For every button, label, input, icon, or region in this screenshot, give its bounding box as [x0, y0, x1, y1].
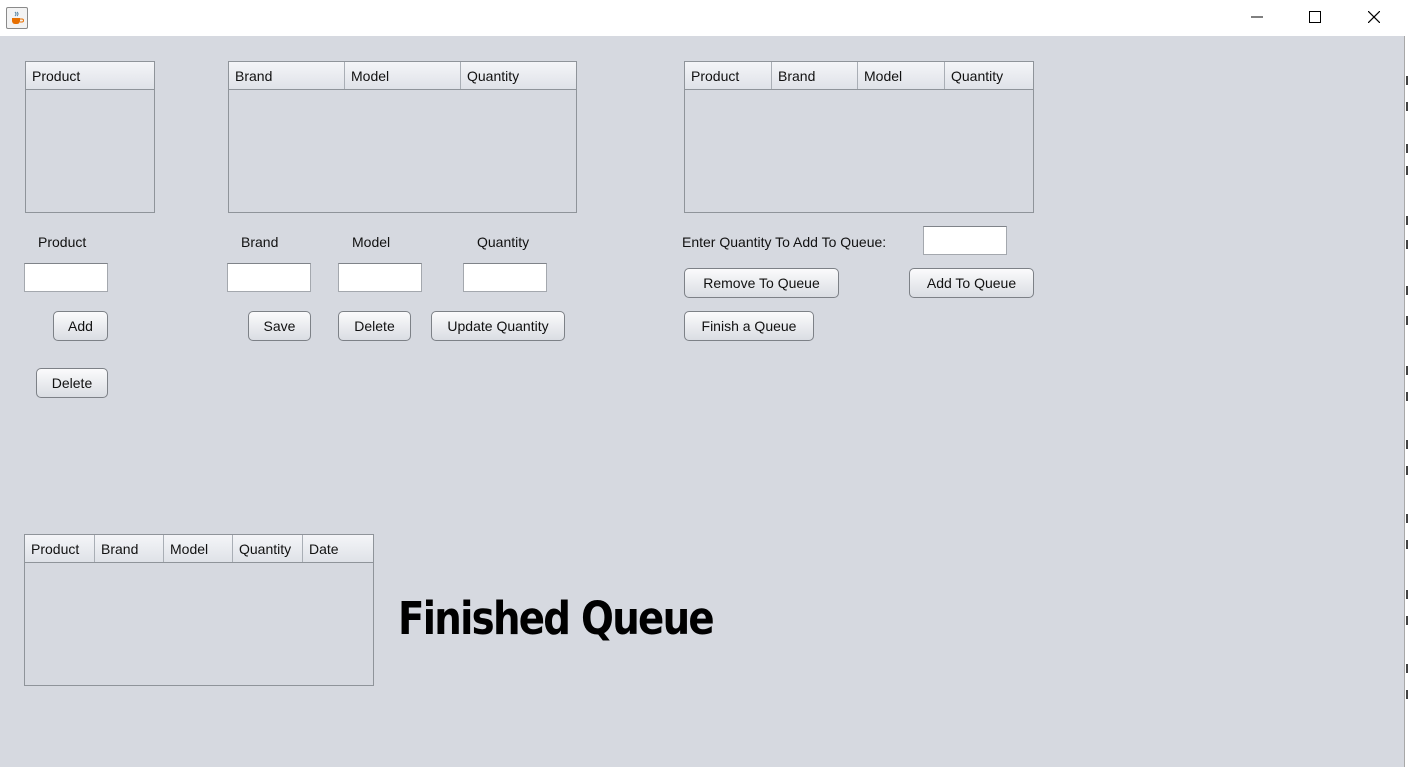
column-header-quantity[interactable]: Quantity: [233, 535, 303, 562]
column-header-brand[interactable]: Brand: [772, 62, 858, 89]
finished-queue-title: Finished Queue: [398, 592, 715, 645]
finish-queue-button[interactable]: Finish a Queue: [684, 311, 814, 341]
minimize-icon: [1251, 16, 1263, 18]
save-button[interactable]: Save: [248, 311, 311, 341]
brand-input[interactable]: [227, 263, 311, 292]
queue-table-header: Product Brand Model Quantity: [685, 62, 1033, 90]
close-button[interactable]: [1345, 0, 1403, 34]
title-bar: [0, 0, 1408, 36]
finished-queue-table[interactable]: Product Brand Model Quantity Date: [24, 534, 374, 686]
column-header-product[interactable]: Product: [685, 62, 772, 89]
finished-queue-table-header: Product Brand Model Quantity Date: [25, 535, 373, 563]
model-label: Model: [352, 234, 391, 250]
stock-table-header: Brand Model Quantity: [229, 62, 576, 90]
delete-stock-button[interactable]: Delete: [338, 311, 411, 341]
background-window-edge: [1404, 36, 1408, 767]
column-header-product[interactable]: Product: [25, 535, 95, 562]
queue-table[interactable]: Product Brand Model Quantity: [684, 61, 1034, 213]
remove-to-queue-button[interactable]: Remove To Queue: [684, 268, 839, 298]
product-label: Product: [38, 234, 87, 250]
column-header-product[interactable]: Product: [26, 62, 154, 89]
close-icon: [1368, 11, 1380, 23]
queue-quantity-label: Enter Quantity To Add To Queue:: [682, 234, 887, 250]
column-header-quantity[interactable]: Quantity: [461, 62, 576, 89]
add-product-button[interactable]: Add: [53, 311, 108, 341]
column-header-date[interactable]: Date: [303, 535, 373, 562]
column-header-brand[interactable]: Brand: [229, 62, 345, 89]
column-header-model[interactable]: Model: [345, 62, 461, 89]
maximize-icon: [1309, 11, 1321, 23]
column-header-model[interactable]: Model: [164, 535, 233, 562]
quantity-input[interactable]: [463, 263, 547, 292]
product-table-header: Product: [26, 62, 154, 90]
product-table[interactable]: Product: [25, 61, 155, 213]
column-header-brand[interactable]: Brand: [95, 535, 164, 562]
product-input[interactable]: [24, 263, 108, 292]
java-coffee-cup-icon[interactable]: [6, 7, 28, 29]
add-to-queue-button[interactable]: Add To Queue: [909, 268, 1034, 298]
brand-label: Brand: [241, 234, 279, 250]
stock-table[interactable]: Brand Model Quantity: [228, 61, 577, 213]
maximize-button[interactable]: [1286, 0, 1344, 34]
minimize-button[interactable]: [1228, 0, 1286, 34]
update-quantity-button[interactable]: Update Quantity: [431, 311, 565, 341]
model-input[interactable]: [338, 263, 422, 292]
quantity-label: Quantity: [477, 234, 530, 250]
column-header-quantity[interactable]: Quantity: [945, 62, 1033, 89]
queue-quantity-input[interactable]: [923, 226, 1007, 255]
column-header-model[interactable]: Model: [858, 62, 945, 89]
delete-product-button[interactable]: Delete: [36, 368, 108, 398]
